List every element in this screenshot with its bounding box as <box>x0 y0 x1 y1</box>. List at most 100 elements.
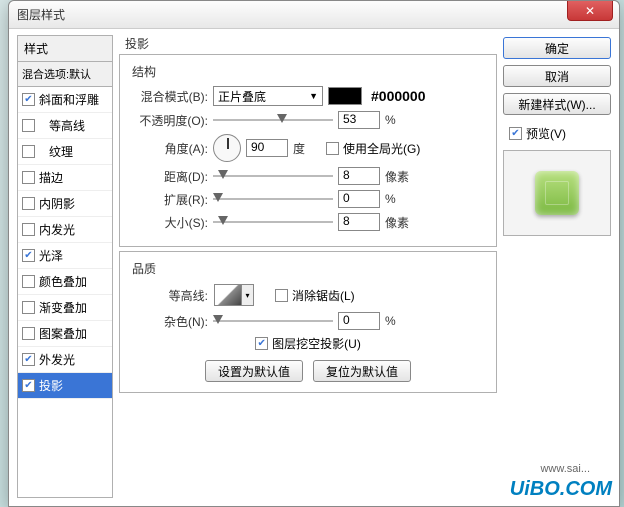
opacity-label: 不透明度(O): <box>128 112 208 129</box>
angle-row: 角度(A): 90 度 使用全局光(G) <box>128 134 488 162</box>
cancel-button[interactable]: 取消 <box>503 65 611 87</box>
knockout-row: 图层挖空投影(U) <box>128 335 488 352</box>
checkbox-icon <box>22 353 35 366</box>
checkbox-icon <box>22 119 35 132</box>
style-item-0[interactable]: 斜面和浮雕 <box>18 87 112 113</box>
distance-slider[interactable] <box>213 169 333 183</box>
style-item-2[interactable]: 纹理 <box>18 139 112 165</box>
watermark-sub: www.sai... <box>540 463 590 475</box>
style-item-3[interactable]: 描边 <box>18 165 112 191</box>
style-item-label: 渐变叠加 <box>39 299 87 316</box>
style-item-11[interactable]: 投影 <box>18 373 112 399</box>
settings-column: 投影 结构 混合模式(B): 正片叠底 ▼ #000000 不透明度(O): 5… <box>119 35 497 498</box>
spread-row: 扩展(R): 0 % <box>128 190 488 208</box>
knockout-label: 图层挖空投影(U) <box>272 335 361 352</box>
color-swatch[interactable] <box>328 87 362 105</box>
distance-input[interactable]: 8 <box>338 167 380 185</box>
style-item-8[interactable]: 渐变叠加 <box>18 295 112 321</box>
close-icon: ✕ <box>585 4 595 18</box>
distance-row: 距离(D): 8 像素 <box>128 167 488 185</box>
style-item-label: 纹理 <box>39 143 73 160</box>
checkbox-icon <box>275 289 288 302</box>
spread-slider[interactable] <box>213 192 333 206</box>
style-item-6[interactable]: 光泽 <box>18 243 112 269</box>
size-row: 大小(S): 8 像素 <box>128 213 488 231</box>
style-item-1[interactable]: 等高线 <box>18 113 112 139</box>
style-item-10[interactable]: 外发光 <box>18 347 112 373</box>
panel-title: 投影 <box>119 35 497 54</box>
distance-label: 距离(D): <box>128 168 208 185</box>
style-list: 斜面和浮雕 等高线 纹理描边内阴影内发光光泽颜色叠加渐变叠加图案叠加外发光投影 <box>17 87 113 498</box>
contour-picker[interactable]: ▾ <box>213 283 255 307</box>
opacity-input[interactable]: 53 <box>338 111 380 129</box>
color-hex: #000000 <box>371 88 426 104</box>
angle-label: 角度(A): <box>128 140 208 157</box>
antialias-label: 消除锯齿(L) <box>292 287 355 304</box>
new-style-button[interactable]: 新建样式(W)... <box>503 93 611 115</box>
checkbox-icon <box>22 93 35 106</box>
style-item-4[interactable]: 内阴影 <box>18 191 112 217</box>
size-slider[interactable] <box>213 215 333 229</box>
knockout-checkbox[interactable]: 图层挖空投影(U) <box>255 335 361 352</box>
size-label: 大小(S): <box>128 214 208 231</box>
preview-swatch <box>535 171 579 215</box>
global-light-label: 使用全局光(G) <box>343 140 420 157</box>
global-light-checkbox[interactable]: 使用全局光(G) <box>326 140 420 157</box>
set-default-button[interactable]: 设置为默认值 <box>205 360 303 382</box>
opacity-slider[interactable] <box>213 113 333 127</box>
reset-default-button[interactable]: 复位为默认值 <box>313 360 411 382</box>
style-item-label: 等高线 <box>39 117 85 134</box>
close-button[interactable]: ✕ <box>567 1 613 21</box>
angle-dial[interactable] <box>213 134 241 162</box>
spread-label: 扩展(R): <box>128 191 208 208</box>
style-item-label: 光泽 <box>39 247 63 264</box>
dialog-window: 图层样式 ✕ 样式 混合选项:默认 斜面和浮雕 等高线 纹理描边内阴影内发光光泽… <box>8 0 620 507</box>
contour-label: 等高线: <box>128 287 208 304</box>
spread-input[interactable]: 0 <box>338 190 380 208</box>
ok-button[interactable]: 确定 <box>503 37 611 59</box>
checkbox-icon <box>22 327 35 340</box>
checkbox-icon <box>326 142 339 155</box>
checkbox-icon <box>509 127 522 140</box>
antialias-checkbox[interactable]: 消除锯齿(L) <box>275 287 355 304</box>
size-unit: 像素 <box>385 214 413 231</box>
style-item-7[interactable]: 颜色叠加 <box>18 269 112 295</box>
style-item-label: 内发光 <box>39 221 75 238</box>
angle-input[interactable]: 90 <box>246 139 288 157</box>
blend-mode-row: 混合模式(B): 正片叠底 ▼ #000000 <box>128 86 488 106</box>
size-input[interactable]: 8 <box>338 213 380 231</box>
spread-unit: % <box>385 192 413 206</box>
default-buttons-row: 设置为默认值 复位为默认值 <box>128 360 488 382</box>
styles-header: 样式 <box>17 35 113 62</box>
noise-row: 杂色(N): 0 % <box>128 312 488 330</box>
checkbox-icon <box>22 223 35 236</box>
style-item-label: 内阴影 <box>39 195 75 212</box>
noise-slider[interactable] <box>213 314 333 328</box>
style-item-label: 图案叠加 <box>39 325 87 342</box>
structure-panel: 结构 混合模式(B): 正片叠底 ▼ #000000 不透明度(O): 53 % <box>119 54 497 247</box>
checkbox-icon <box>22 171 35 184</box>
blend-mode-value: 正片叠底 <box>218 88 266 105</box>
style-item-label: 投影 <box>39 377 63 394</box>
blend-options-header[interactable]: 混合选项:默认 <box>17 62 113 87</box>
dialog-body: 样式 混合选项:默认 斜面和浮雕 等高线 纹理描边内阴影内发光光泽颜色叠加渐变叠… <box>9 29 619 506</box>
style-item-9[interactable]: 图案叠加 <box>18 321 112 347</box>
preview-box <box>503 150 611 236</box>
watermark-brand: UiBO.COM <box>510 478 612 501</box>
preview-label: 预览(V) <box>526 125 566 142</box>
angle-unit: 度 <box>293 140 321 157</box>
checkbox-icon <box>255 337 268 350</box>
opacity-row: 不透明度(O): 53 % <box>128 111 488 129</box>
checkbox-icon <box>22 145 35 158</box>
styles-column: 样式 混合选项:默认 斜面和浮雕 等高线 纹理描边内阴影内发光光泽颜色叠加渐变叠… <box>17 35 113 498</box>
preview-checkbox[interactable]: 预览(V) <box>509 125 611 142</box>
style-item-label: 斜面和浮雕 <box>39 91 99 108</box>
noise-input[interactable]: 0 <box>338 312 380 330</box>
checkbox-icon <box>22 275 35 288</box>
blend-mode-combo[interactable]: 正片叠底 ▼ <box>213 86 323 106</box>
window-title: 图层样式 <box>17 6 65 23</box>
style-item-5[interactable]: 内发光 <box>18 217 112 243</box>
structure-title: 结构 <box>132 63 488 80</box>
style-item-label: 外发光 <box>39 351 75 368</box>
chevron-down-icon: ▼ <box>309 91 318 101</box>
